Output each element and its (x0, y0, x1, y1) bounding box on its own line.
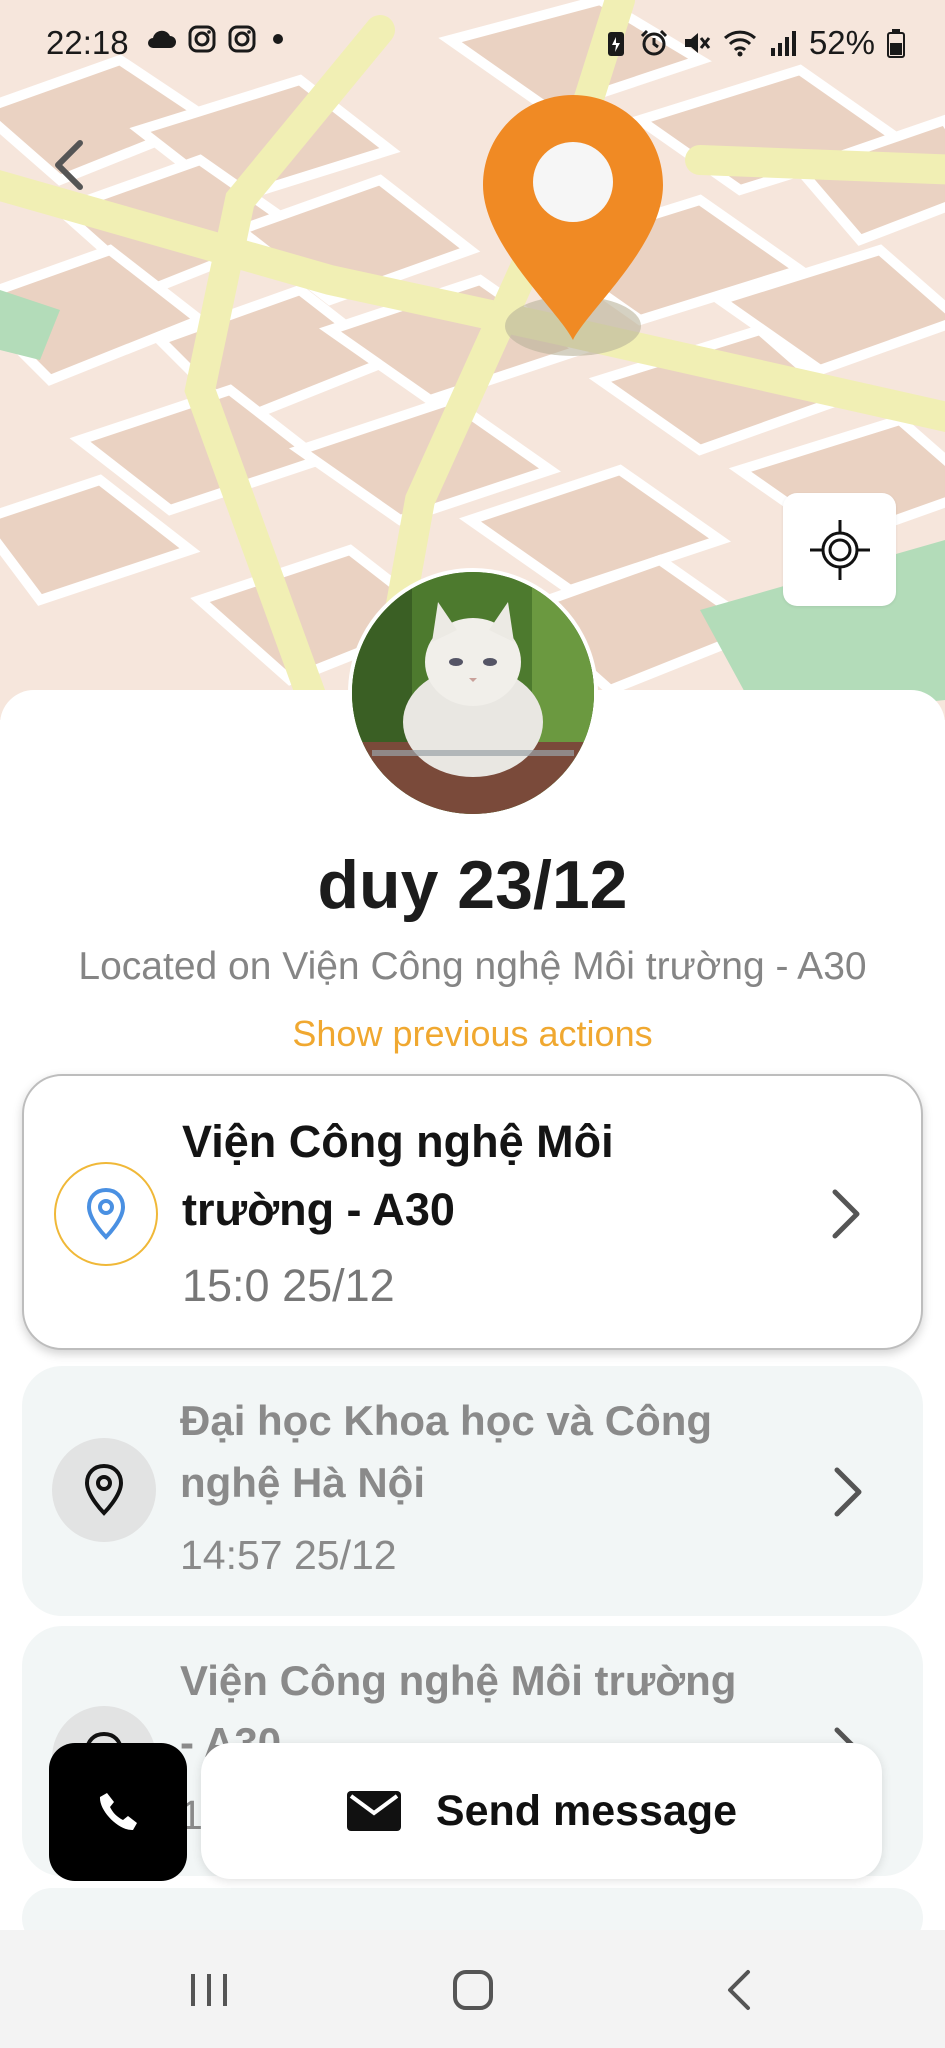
instagram-icon (188, 25, 216, 53)
history-item-active[interactable]: Viện Công nghệ Môi trường - A30 15:0 25/… (22, 1074, 923, 1350)
instagram-icon (228, 25, 256, 53)
battery-saver-icon (607, 32, 624, 56)
current-location-text: Located on Viện Công nghệ Môi trường - A… (78, 945, 867, 988)
battery-icon (887, 29, 905, 58)
call-button[interactable] (49, 1743, 187, 1881)
signal-icon (770, 31, 796, 56)
history-time: 15:0 25/12 (182, 1260, 395, 1311)
alarm-icon (640, 29, 667, 56)
map-marker-icon (86, 1187, 126, 1240)
cat-photo (352, 572, 594, 814)
location-icon-circle (54, 1162, 158, 1266)
wifi-icon (723, 30, 756, 57)
home-button[interactable] (428, 1960, 518, 2020)
avatar (348, 568, 598, 818)
recents-icon (191, 1974, 227, 2006)
recents-button[interactable] (164, 1960, 254, 2020)
cloud-icon (148, 30, 176, 48)
chevron-right-icon (832, 1189, 860, 1239)
chevron-left-icon (55, 140, 83, 190)
back-icon (728, 1970, 750, 2010)
back-button[interactable] (40, 130, 100, 200)
history-time: 14:57 25/12 (180, 1532, 397, 1578)
chevron-right-icon (834, 1467, 862, 1517)
crosshair-icon (809, 519, 870, 580)
nav-back-button[interactable] (694, 1960, 784, 2020)
show-previous-actions-link[interactable]: Show previous actions (0, 1013, 945, 1055)
system-nav-bar (0, 1930, 945, 2048)
status-system-icons: 52% (605, 24, 905, 62)
phone-icon (99, 1793, 137, 1831)
map-marker-icon (84, 1463, 124, 1516)
history-place: Đại học Khoa học và Công nghệ Hà Nội (180, 1397, 713, 1506)
send-message-label: Send message (435, 1786, 738, 1835)
battery-percentage: 52% (808, 24, 875, 61)
home-icon (453, 1970, 493, 2010)
status-notification-icons (145, 24, 289, 54)
status-bar: 22:18 52% (0, 0, 945, 90)
history-item[interactable]: Đại học Khoa học và Công nghệ Hà Nội 14:… (22, 1366, 923, 1616)
location-icon-circle (52, 1438, 156, 1542)
location-pin-icon (483, 95, 663, 356)
send-message-button[interactable]: Send message (201, 1743, 882, 1879)
status-time: 22:18 (46, 24, 129, 61)
my-location-button[interactable] (783, 493, 896, 606)
dot-icon (273, 34, 283, 44)
history-place: Viện Công nghệ Môi trường - A30 (182, 1116, 614, 1235)
person-name: duy 23/12 (317, 847, 628, 923)
mail-icon (346, 1791, 401, 1831)
mute-icon (684, 33, 711, 53)
